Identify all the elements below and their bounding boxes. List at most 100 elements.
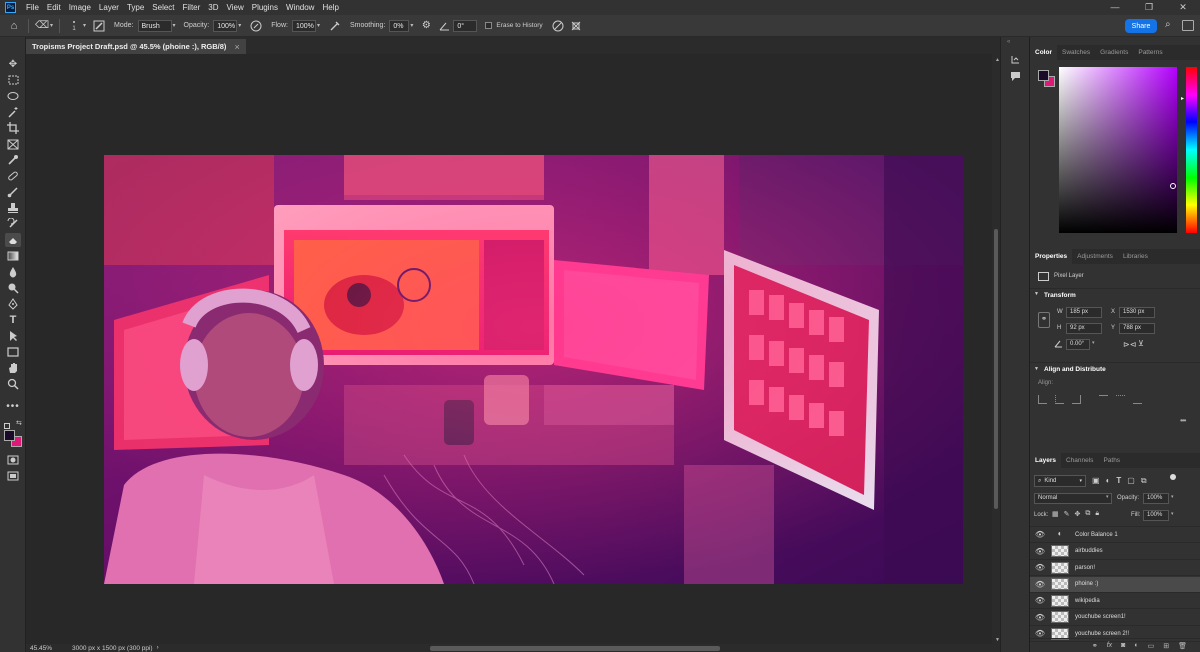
color-picker-field[interactable]	[1059, 67, 1177, 233]
frame-tool-icon[interactable]	[5, 137, 21, 151]
more-options-icon[interactable]: •••	[1180, 416, 1186, 425]
rotation-dropdown-icon[interactable]: ▾	[1092, 340, 1095, 346]
hand-tool-icon[interactable]	[5, 361, 21, 375]
default-colors-icon[interactable]	[4, 423, 10, 429]
status-menu-icon[interactable]: ›	[157, 645, 159, 651]
fill-dropdown-icon[interactable]: ▾	[1171, 511, 1174, 517]
opacity-field[interactable]: 100%	[213, 19, 238, 32]
eyedropper-tool-icon[interactable]	[5, 153, 21, 167]
gear-icon[interactable]: ⚙	[419, 20, 433, 31]
minimize-button[interactable]: —	[1098, 0, 1132, 15]
lock-transparent-icon[interactable]: ▦	[1052, 510, 1059, 518]
menu-layer[interactable]: Layer	[95, 3, 123, 12]
adjustment-icon[interactable]: ◐	[1134, 642, 1138, 649]
tab-adjustments[interactable]: Adjustments	[1072, 249, 1118, 264]
flip-vertical-icon[interactable]: ⊻	[1138, 339, 1144, 348]
menu-filter[interactable]: Filter	[179, 3, 205, 12]
visibility-eye-icon[interactable]: 👁︎	[1033, 596, 1047, 605]
quick-mask-icon[interactable]	[5, 453, 21, 467]
erase-history-checkbox[interactable]	[485, 22, 493, 29]
link-dimensions-icon[interactable]: ⚭	[1038, 312, 1050, 328]
foreground-color-swatch[interactable]	[1038, 70, 1049, 81]
menu-help[interactable]: Help	[318, 3, 342, 12]
brush-tool-icon[interactable]	[5, 185, 21, 199]
type-tool-icon[interactable]: T	[5, 313, 21, 327]
workspace-icon[interactable]	[1182, 20, 1194, 31]
height-field[interactable]: 92 px	[1066, 323, 1102, 334]
visibility-eye-icon[interactable]: 👁︎	[1033, 580, 1047, 589]
smoothing-dropdown-icon[interactable]: ▾	[410, 22, 413, 29]
tab-libraries[interactable]: Libraries	[1118, 249, 1153, 264]
pressure-size-icon[interactable]	[551, 20, 565, 32]
artwork-canvas[interactable]	[104, 155, 963, 584]
align-left-icon[interactable]	[1038, 395, 1047, 404]
lock-all-icon[interactable]: 🔒︎	[1095, 510, 1099, 518]
opacity-dropdown-icon[interactable]: ▾	[238, 22, 241, 29]
align-middle-v-icon[interactable]	[1116, 395, 1125, 404]
chevron-down-icon[interactable]: ▼	[1034, 366, 1039, 372]
flip-horizontal-icon[interactable]: ⊳⊲	[1123, 340, 1136, 349]
align-right-icon[interactable]	[1072, 395, 1081, 404]
align-bottom-icon[interactable]	[1133, 395, 1142, 404]
visibility-eye-icon[interactable]: 👁︎	[1033, 530, 1047, 539]
menu-select[interactable]: Select	[148, 3, 178, 12]
visibility-eye-icon[interactable]: 👁︎	[1033, 563, 1047, 572]
flow-field[interactable]: 100%	[291, 19, 316, 32]
pen-tool-icon[interactable]	[5, 297, 21, 311]
magic-wand-tool-icon[interactable]	[5, 105, 21, 119]
blend-mode-dropdown-icon[interactable]: ▾	[1106, 494, 1109, 500]
menu-window[interactable]: Window	[282, 3, 318, 12]
align-center-h-icon[interactable]	[1055, 395, 1064, 404]
zoom-level[interactable]: 45.45%	[30, 645, 66, 652]
vertical-scroll-thumb[interactable]	[994, 229, 998, 509]
new-layer-icon[interactable]: ⊞	[1163, 642, 1169, 650]
lasso-tool-icon[interactable]	[5, 89, 21, 103]
color-picker-cursor[interactable]	[1170, 183, 1176, 189]
hue-slider-handle-icon[interactable]: ▸	[1181, 95, 1184, 102]
brush-size-picker[interactable]: 1	[66, 19, 82, 32]
lock-artboard-icon[interactable]: ⧉	[1085, 510, 1090, 518]
y-field[interactable]: 788 px	[1119, 323, 1155, 334]
tab-patterns[interactable]: Patterns	[1133, 45, 1167, 60]
fill-field[interactable]: 100%	[1143, 510, 1169, 521]
layer-opacity-field[interactable]: 100%	[1143, 493, 1169, 504]
layer-filter-select[interactable]: ⌕ Kind ▾	[1034, 475, 1086, 487]
maximize-button[interactable]: ❐	[1132, 0, 1166, 15]
brush-settings-icon[interactable]	[92, 20, 106, 32]
angle-field[interactable]: 0°	[453, 19, 478, 32]
photoshop-logo-icon[interactable]: Ps	[5, 2, 16, 13]
healing-brush-tool-icon[interactable]	[5, 169, 21, 183]
smoothing-field[interactable]: 0%	[389, 19, 410, 32]
filter-shape-icon[interactable]: ▢	[1127, 476, 1135, 486]
vertical-scrollbar[interactable]	[992, 54, 1000, 644]
close-window-button[interactable]: ✕	[1166, 0, 1200, 15]
filter-smart-object-icon[interactable]: ⧉	[1141, 476, 1147, 486]
airbrush-icon[interactable]	[328, 20, 342, 32]
filter-toggle-icon[interactable]	[1170, 474, 1176, 480]
menu-type[interactable]: Type	[123, 3, 148, 12]
layer-row[interactable]: 👁︎ wikipedia	[1030, 593, 1200, 609]
x-field[interactable]: 1530 px	[1119, 307, 1155, 318]
rectangle-tool-icon[interactable]	[5, 345, 21, 359]
foreground-color-swatch[interactable]	[4, 430, 15, 441]
mode-dropdown-icon[interactable]: ▾	[173, 22, 176, 29]
tab-channels[interactable]: Channels	[1061, 453, 1098, 468]
brush-dropdown-icon[interactable]: ▾	[83, 22, 86, 29]
search-icon[interactable]: ⌕	[1165, 19, 1171, 30]
gradient-tool-icon[interactable]	[5, 249, 21, 263]
tool-preset-dropdown-icon[interactable]: ▾	[50, 22, 53, 29]
tab-layers[interactable]: Layers	[1030, 453, 1061, 468]
filter-pixel-icon[interactable]: ▣	[1092, 476, 1100, 486]
trash-icon[interactable]: 🗑︎	[1178, 642, 1187, 650]
clone-stamp-tool-icon[interactable]	[5, 201, 21, 215]
visibility-eye-icon[interactable]: 👁︎	[1033, 629, 1047, 638]
swap-colors-icon[interactable]: ⇆	[16, 419, 22, 427]
lock-position-icon[interactable]: ✥	[1075, 510, 1081, 518]
menu-edit[interactable]: Edit	[43, 3, 65, 12]
tab-swatches[interactable]: Swatches	[1057, 45, 1095, 60]
menu-file[interactable]: File	[22, 3, 43, 12]
crop-tool-icon[interactable]	[5, 121, 21, 135]
menu-3d[interactable]: 3D	[204, 3, 222, 12]
tab-color[interactable]: Color	[1030, 45, 1057, 60]
eraser-icon[interactable]: ⌫	[35, 20, 49, 31]
